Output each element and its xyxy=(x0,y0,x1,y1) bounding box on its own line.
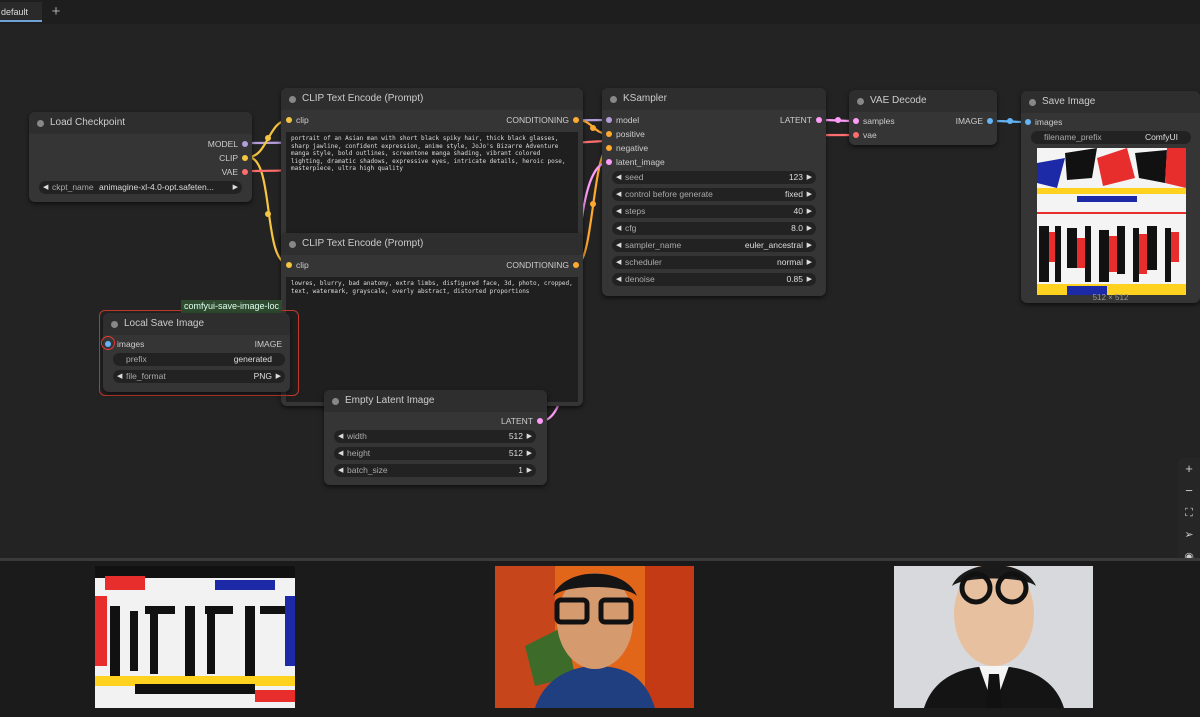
canvas-controls: + − ⛶ ➢ ◉ xyxy=(1178,458,1200,573)
node-title: KSampler xyxy=(602,88,826,110)
node-title: Empty Latent Image xyxy=(324,390,547,412)
gallery-thumbnail-photo-portrait[interactable] xyxy=(894,566,1093,708)
input-images[interactable]: images xyxy=(1035,116,1062,128)
preview-dimensions: 512 × 512 xyxy=(1092,293,1129,302)
gallery-thumbnail-abstract[interactable] xyxy=(95,566,295,708)
output-latent[interactable]: LATENT xyxy=(501,415,533,427)
load-checkpoint-node[interactable]: Load Checkpoint MODEL CLIP VAE ◀ ckpt_na… xyxy=(29,112,252,202)
vae-decode-node[interactable]: VAE Decode samples vae IMAGE xyxy=(849,90,997,145)
batch-size-widget[interactable]: ◀ batch_size 1 ▶ xyxy=(334,464,536,477)
output-image-pin[interactable] xyxy=(987,118,993,124)
output-vae-pin[interactable] xyxy=(242,169,248,175)
file-format-widget[interactable]: ◀ file_format PNG ▶ xyxy=(113,370,285,383)
clip-text-encode-positive-node[interactable]: CLIP Text Encode (Prompt) clip CONDITION… xyxy=(281,88,583,253)
zoom-in-icon[interactable]: + xyxy=(1178,458,1200,480)
input-samples-pin[interactable] xyxy=(853,118,859,124)
prefix-widget[interactable]: prefix generated xyxy=(113,353,285,366)
ckpt-name-combo[interactable]: ◀ ckpt_name animagine-xl-4.0-opt.safeten… xyxy=(39,181,242,194)
scheduler-widget[interactable]: ◀ scheduler normal ▶ xyxy=(612,256,816,269)
input-model[interactable]: model xyxy=(616,114,639,126)
output-image[interactable]: IMAGE xyxy=(255,338,282,350)
output-conditioning[interactable]: CONDITIONING xyxy=(506,114,569,126)
output-latent-pin[interactable] xyxy=(816,117,822,123)
output-clip-pin[interactable] xyxy=(242,155,248,161)
node-links xyxy=(247,117,1028,423)
node-title: Save Image xyxy=(1021,91,1200,113)
output-latent[interactable]: LATENT xyxy=(780,114,812,126)
generated-preview-image[interactable] xyxy=(1037,148,1186,295)
input-images-pin[interactable] xyxy=(105,341,111,347)
save-image-node[interactable]: Save Image images filename_prefix ComfyUI xyxy=(1021,91,1200,303)
steps-widget[interactable]: ◀ steps 40 ▶ xyxy=(612,205,816,218)
zoom-out-icon[interactable]: − xyxy=(1178,480,1200,502)
navigate-icon[interactable]: ➢ xyxy=(1178,524,1200,546)
local-save-image-node[interactable]: Local Save Image images IMAGE prefix gene… xyxy=(101,313,290,392)
control-before-generate-widget[interactable]: ◀ control before generate fixed ▶ xyxy=(612,188,816,201)
input-model-pin[interactable] xyxy=(606,117,612,123)
node-title: CLIP Text Encode (Prompt) xyxy=(281,88,583,110)
seed-widget[interactable]: ◀ seed 123 ▶ xyxy=(612,171,816,184)
decrement-arrow-icon[interactable]: ◀ xyxy=(43,181,48,194)
input-negative-pin[interactable] xyxy=(606,145,612,151)
output-conditioning[interactable]: CONDITIONING xyxy=(506,259,569,271)
node-title: VAE Decode xyxy=(849,90,997,112)
output-model[interactable]: MODEL xyxy=(208,138,238,150)
gallery-thumbnail-anime-portrait[interactable] xyxy=(495,566,694,708)
node-title: CLIP Text Encode (Prompt) xyxy=(281,233,583,255)
output-model-pin[interactable] xyxy=(242,141,248,147)
input-images[interactable]: images xyxy=(117,338,144,350)
ksampler-node[interactable]: KSampler model positive negative latent_… xyxy=(602,88,826,296)
output-clip[interactable]: CLIP xyxy=(219,152,238,164)
input-clip[interactable]: clip xyxy=(296,259,309,271)
width-widget[interactable]: ◀ width 512 ▶ xyxy=(334,430,536,443)
empty-latent-image-node[interactable]: Empty Latent Image LATENT ◀ width 512 ▶ ◀ he… xyxy=(324,390,547,485)
input-clip-pin[interactable] xyxy=(286,262,292,268)
filename-prefix-widget[interactable]: filename_prefix ComfyUI xyxy=(1031,131,1191,144)
output-conditioning-pin[interactable] xyxy=(573,117,579,123)
node-title: Local Save Image xyxy=(103,313,290,335)
input-positive-pin[interactable] xyxy=(606,131,612,137)
node-title: Load Checkpoint xyxy=(29,112,252,134)
input-positive[interactable]: positive xyxy=(616,128,645,140)
positive-prompt-textarea[interactable]: portrait of an Asian man with short blac… xyxy=(286,132,578,246)
output-gallery xyxy=(0,558,1200,717)
cfg-widget[interactable]: ◀ cfg 8.0 ▶ xyxy=(612,222,816,235)
node-canvas[interactable]: Load Checkpoint MODEL CLIP VAE ◀ ckpt_na… xyxy=(0,24,1200,573)
output-image[interactable]: IMAGE xyxy=(956,115,983,127)
input-images-pin[interactable] xyxy=(1025,119,1031,125)
output-vae[interactable]: VAE xyxy=(222,166,238,178)
output-latent-pin[interactable] xyxy=(537,418,543,424)
sampler-name-widget[interactable]: ◀ sampler_name euler_ancestral ▶ xyxy=(612,239,816,252)
input-latent-image[interactable]: latent_image xyxy=(616,156,665,168)
increment-arrow-icon[interactable]: ▶ xyxy=(233,181,238,194)
input-vae-pin[interactable] xyxy=(853,132,859,138)
tab-default[interactable]: default xyxy=(0,2,42,22)
height-widget[interactable]: ◀ height 512 ▶ xyxy=(334,447,536,460)
negative-prompt-textarea[interactable]: lowres, blurry, bad anatomy, extra limbs… xyxy=(286,277,578,402)
denoise-widget[interactable]: ◀ denoise 0.85 ▶ xyxy=(612,273,816,286)
input-clip[interactable]: clip xyxy=(296,114,309,126)
fit-view-icon[interactable]: ⛶ xyxy=(1178,502,1200,524)
add-tab-button[interactable]: + xyxy=(48,3,64,21)
input-vae[interactable]: vae xyxy=(863,129,877,141)
input-negative[interactable]: negative xyxy=(616,142,648,154)
tab-bar: default + xyxy=(0,0,1200,24)
input-clip-pin[interactable] xyxy=(286,117,292,123)
input-latent-pin[interactable] xyxy=(606,159,612,165)
input-samples[interactable]: samples xyxy=(863,115,895,127)
group-label: comfyui-save-image-loc xyxy=(181,300,283,313)
clip-text-encode-negative-node[interactable]: CLIP Text Encode (Prompt) clip CONDITION… xyxy=(281,233,583,406)
output-conditioning-pin[interactable] xyxy=(573,262,579,268)
